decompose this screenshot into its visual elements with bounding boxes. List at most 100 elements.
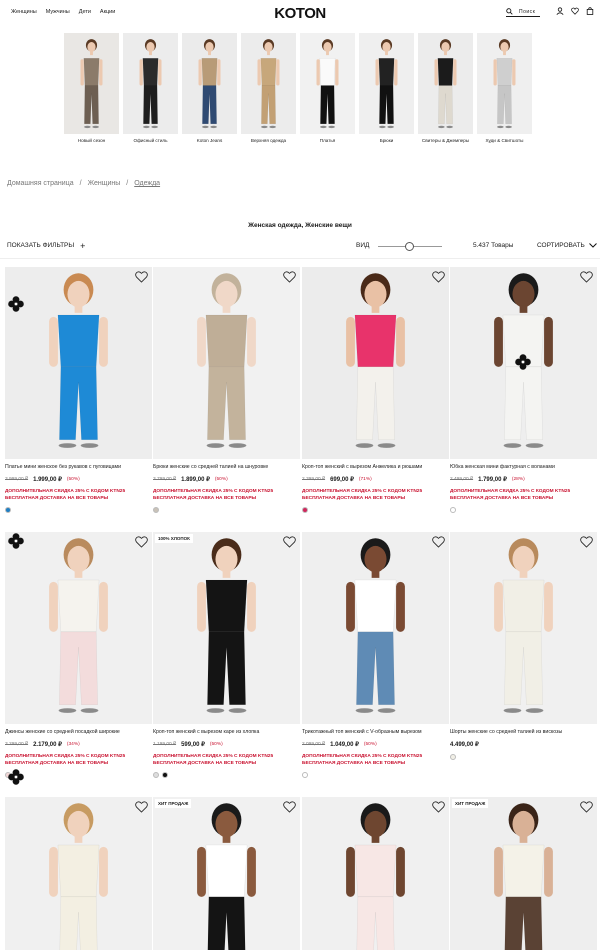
show-filters-button[interactable]: ПОКАЗАТЬ ФИЛЬТРЫ + bbox=[7, 241, 85, 250]
product-card[interactable] bbox=[5, 797, 152, 950]
favorite-heart-icon[interactable] bbox=[432, 801, 445, 813]
product-name[interactable]: Кроп-топ женский с вырезом Анжелика и рю… bbox=[302, 464, 449, 470]
product-image[interactable] bbox=[302, 267, 449, 459]
category-image bbox=[182, 33, 237, 134]
color-swatch[interactable] bbox=[302, 507, 308, 513]
search-label: Поиск bbox=[519, 8, 536, 15]
favorites-icon[interactable] bbox=[571, 7, 579, 15]
product-model-image bbox=[5, 532, 152, 724]
product-image[interactable] bbox=[302, 797, 449, 950]
category-tile[interactable]: Свитеры & Джемперы bbox=[418, 33, 473, 143]
clover-icon[interactable] bbox=[8, 769, 24, 785]
color-swatch[interactable] bbox=[153, 507, 159, 513]
category-tile[interactable]: Брюки bbox=[359, 33, 414, 143]
product-card[interactable]: Джинсы женские со средней посадкой широк… bbox=[5, 532, 152, 778]
favorite-heart-icon[interactable] bbox=[283, 271, 296, 283]
product-name[interactable]: Платье мини женское без рукавов с пугови… bbox=[5, 464, 152, 470]
product-name[interactable]: Джинсы женские со средней посадкой широк… bbox=[5, 729, 152, 735]
product-image[interactable] bbox=[450, 532, 597, 724]
clover-icon[interactable] bbox=[515, 354, 531, 370]
favorite-heart-icon[interactable] bbox=[283, 536, 296, 548]
category-tile[interactable]: Koton Jeans bbox=[182, 33, 237, 143]
category-model-image bbox=[123, 33, 178, 134]
product-name[interactable]: Трикотажный топ женский с V-образным выр… bbox=[302, 729, 449, 735]
product-image[interactable]: ХИТ ПРОДАЖ bbox=[153, 797, 300, 950]
product-card[interactable]: Юбка женская мини фактурная с воланами 2.… bbox=[450, 267, 597, 513]
color-swatch[interactable] bbox=[450, 754, 456, 760]
sort-button[interactable]: СОРТИРОВАТЬ bbox=[537, 242, 597, 249]
koton-logo[interactable]: KOTON bbox=[270, 4, 330, 21]
category-tile[interactable]: Верхняя одежда bbox=[241, 33, 296, 143]
breadcrumb-women[interactable]: Женщины bbox=[88, 180, 121, 187]
product-image[interactable] bbox=[5, 267, 152, 459]
product-image[interactable] bbox=[5, 797, 152, 950]
listing-toolbar: ПОКАЗАТЬ ФИЛЬТРЫ + ВИД 5.437 Товары СОРТ… bbox=[7, 241, 597, 252]
favorite-heart-icon[interactable] bbox=[135, 271, 148, 283]
color-swatch[interactable] bbox=[162, 772, 168, 778]
product-name[interactable]: Кроп-топ женский с вырезом каре из хлопк… bbox=[153, 729, 300, 735]
product-model-image bbox=[5, 797, 152, 950]
favorite-heart-icon[interactable] bbox=[580, 801, 593, 813]
discount-percent: (71%) bbox=[358, 477, 372, 482]
product-card[interactable]: ХИТ ПРОДАЖ bbox=[450, 797, 597, 950]
search-box[interactable]: Поиск bbox=[506, 7, 540, 17]
category-tile[interactable]: Офисный стиль bbox=[123, 33, 178, 143]
favorite-heart-icon[interactable] bbox=[580, 271, 593, 283]
old-price: 2.399,00 ₽ bbox=[302, 477, 326, 482]
current-price: 1.899,00 ₽ bbox=[181, 477, 210, 483]
view-size-slider-handle[interactable] bbox=[405, 242, 414, 251]
current-price: 599,00 ₽ bbox=[181, 742, 205, 748]
user-icon[interactable] bbox=[556, 7, 564, 15]
nav-men[interactable]: Мужчины bbox=[46, 9, 70, 15]
product-card[interactable]: Кроп-топ женский с вырезом Анжелика и рю… bbox=[302, 267, 449, 513]
discount-percent: (50%) bbox=[209, 742, 223, 747]
product-model-image bbox=[153, 797, 300, 950]
product-card[interactable] bbox=[302, 797, 449, 950]
cart-icon[interactable] bbox=[586, 7, 594, 15]
product-image[interactable]: 100% ХЛОПОК bbox=[153, 532, 300, 724]
color-swatch[interactable] bbox=[302, 772, 308, 778]
favorite-heart-icon[interactable] bbox=[580, 536, 593, 548]
product-model-image bbox=[302, 267, 449, 459]
breadcrumb-home[interactable]: Домашняя страница bbox=[7, 180, 74, 187]
favorite-heart-icon[interactable] bbox=[283, 801, 296, 813]
color-swatch[interactable] bbox=[153, 772, 159, 778]
breadcrumb-clothing[interactable]: Одежда bbox=[134, 180, 160, 187]
favorite-heart-icon[interactable] bbox=[432, 271, 445, 283]
product-card[interactable]: Трикотажный топ женский с V-образным выр… bbox=[302, 532, 449, 778]
product-card[interactable]: Брюки женские со средней талией на шнуро… bbox=[153, 267, 300, 513]
category-model-image bbox=[241, 33, 296, 134]
favorite-heart-icon[interactable] bbox=[432, 536, 445, 548]
product-card[interactable]: 100% ХЛОПОК Кроп-топ женский с вырезом ка… bbox=[153, 532, 300, 778]
category-tile[interactable]: Новый сезон bbox=[64, 33, 119, 143]
old-price: 1.199,00 ₽ bbox=[153, 742, 177, 747]
product-image[interactable]: ХИТ ПРОДАЖ bbox=[450, 797, 597, 950]
product-image[interactable] bbox=[153, 267, 300, 459]
nav-sale[interactable]: Акции bbox=[100, 9, 115, 15]
chat-widget-icon[interactable] bbox=[8, 296, 24, 312]
category-tile[interactable]: Платья bbox=[300, 33, 355, 143]
favorite-heart-icon[interactable] bbox=[135, 801, 148, 813]
promo-code-text: ДОПОЛНИТЕЛЬНАЯ СКИДКА 25% С КОДОМ KTN25 bbox=[5, 489, 126, 494]
nav-kids[interactable]: Дети bbox=[79, 9, 91, 15]
category-tile[interactable]: Худи & Свитшоты bbox=[477, 33, 532, 143]
product-image[interactable] bbox=[302, 532, 449, 724]
product-name[interactable]: Юбка женская мини фактурная с воланами bbox=[450, 464, 597, 470]
old-price: 2.499,00 ₽ bbox=[450, 477, 474, 482]
clover-icon[interactable] bbox=[8, 533, 24, 549]
product-card[interactable]: ХИТ ПРОДАЖ bbox=[153, 797, 300, 950]
product-model-image bbox=[302, 532, 449, 724]
breadcrumb-separator: / bbox=[126, 180, 129, 187]
product-card[interactable]: Платье мини женское без рукавов с пугови… bbox=[5, 267, 152, 513]
color-swatch[interactable] bbox=[5, 507, 11, 513]
product-card[interactable]: Шорты женские со средней талией из виско… bbox=[450, 532, 597, 760]
favorite-heart-icon[interactable] bbox=[135, 536, 148, 548]
product-image[interactable] bbox=[5, 532, 152, 724]
product-name[interactable]: Брюки женские со средней талией на шнуро… bbox=[153, 464, 300, 470]
discount-percent: (28%) bbox=[511, 477, 525, 482]
product-name[interactable]: Шорты женские со средней талией из виско… bbox=[450, 729, 597, 735]
color-swatch[interactable] bbox=[450, 507, 456, 513]
site-header: Женщины Мужчины Дети Акции KOTON Поиск bbox=[0, 0, 600, 26]
nav-women[interactable]: Женщины bbox=[11, 9, 37, 15]
price-row: 4.499,00 ₽ bbox=[450, 741, 597, 748]
